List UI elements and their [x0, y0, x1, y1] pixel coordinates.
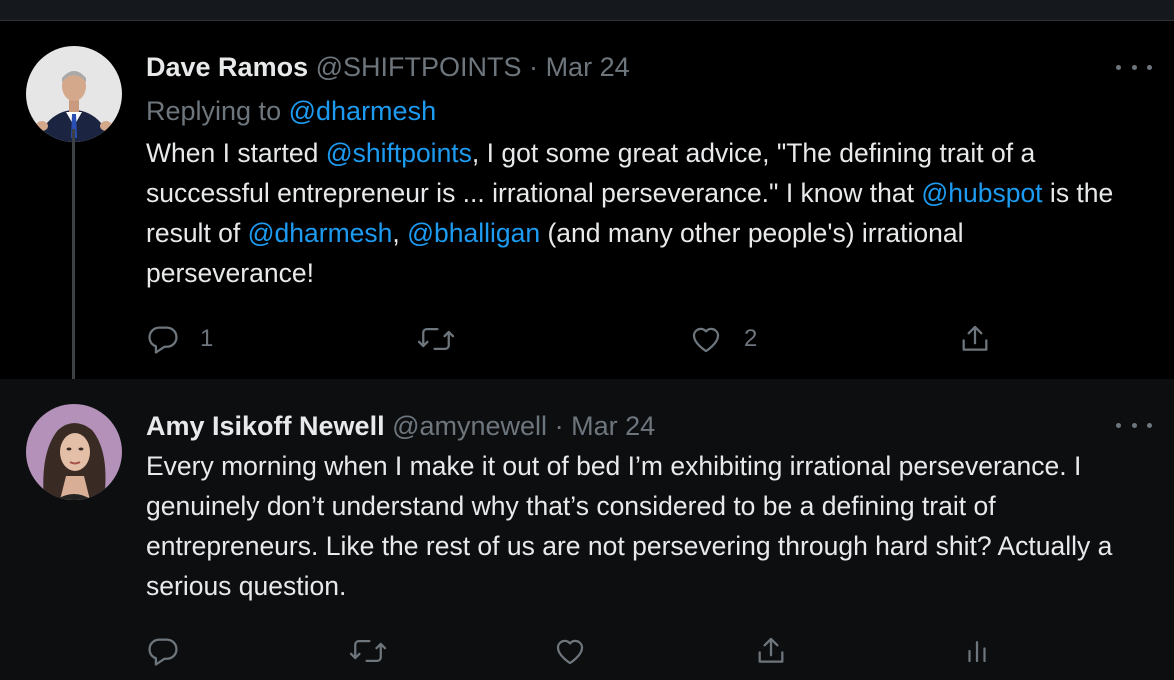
like-button[interactable]: 2 [688, 319, 757, 359]
text-segment: , [392, 218, 408, 248]
tweet-content: Amy Isikoff Newell @amynewell · Mar 24 E… [146, 409, 1134, 606]
replying-to-mention[interactable]: @dharmesh [289, 96, 436, 126]
avatar[interactable] [26, 46, 122, 142]
reply-button[interactable] [146, 631, 180, 671]
tweet[interactable]: Amy Isikoff Newell @amynewell · Mar 24 E… [0, 379, 1174, 680]
reply-icon [148, 326, 178, 354]
avatar-image [26, 404, 122, 500]
retweet-icon [417, 327, 455, 351]
replying-to: Replying to @dharmesh [146, 94, 1134, 128]
tweet-header: Dave Ramos @SHIFTPOINTS · Mar 24 [146, 50, 1134, 84]
heart-icon [556, 639, 584, 665]
mention-link[interactable]: @shiftpoints [326, 138, 472, 168]
tweet[interactable]: Dave Ramos @SHIFTPOINTS · Mar 24 Replyin… [0, 21, 1174, 379]
heart-icon [692, 327, 720, 353]
mention-link[interactable]: @hubspot [921, 178, 1042, 208]
separator: · [529, 52, 539, 82]
author-name[interactable]: Dave Ramos [146, 52, 308, 82]
tweet-text: Every morning when I make it out of bed … [146, 451, 1113, 601]
reply-icon [148, 638, 178, 666]
share-icon [962, 325, 988, 351]
tweet-text: When I started @shiftpoints, I got some … [146, 133, 1134, 293]
share-icon [758, 637, 784, 663]
retweet-button[interactable] [348, 631, 388, 671]
author-name[interactable]: Amy Isikoff Newell [146, 411, 385, 441]
tweet-content: Dave Ramos @SHIFTPOINTS · Mar 24 Replyin… [146, 50, 1134, 293]
author-handle[interactable]: @amynewell [392, 411, 547, 441]
tweet-actions [146, 631, 1126, 671]
share-button[interactable] [754, 631, 788, 671]
tweet-actions: 1 2 [146, 319, 1126, 359]
top-bar [0, 0, 1174, 21]
mention-link[interactable]: @dharmesh [248, 218, 393, 248]
avatar-image [26, 46, 122, 142]
reply-count: 1 [200, 325, 214, 352]
text-segment: When I started [146, 138, 326, 168]
avatar[interactable] [26, 404, 122, 500]
analytics-button[interactable] [962, 631, 992, 671]
like-button[interactable] [552, 631, 588, 671]
share-button[interactable] [958, 319, 992, 359]
analytics-icon [968, 641, 986, 663]
tweet-date[interactable]: Mar 24 [546, 52, 630, 82]
reply-button[interactable]: 1 [146, 319, 213, 359]
replying-prefix: Replying to [146, 96, 282, 126]
tweet-date[interactable]: Mar 24 [571, 411, 655, 441]
separator: · [554, 411, 564, 441]
retweet-button[interactable] [416, 319, 456, 359]
thread-connector-line [72, 129, 75, 395]
like-count: 2 [744, 325, 758, 352]
retweet-icon [349, 639, 387, 663]
tweet-header: Amy Isikoff Newell @amynewell · Mar 24 [146, 409, 1134, 443]
author-handle[interactable]: @SHIFTPOINTS [316, 52, 522, 82]
mention-link[interactable]: @bhalligan [407, 218, 540, 248]
